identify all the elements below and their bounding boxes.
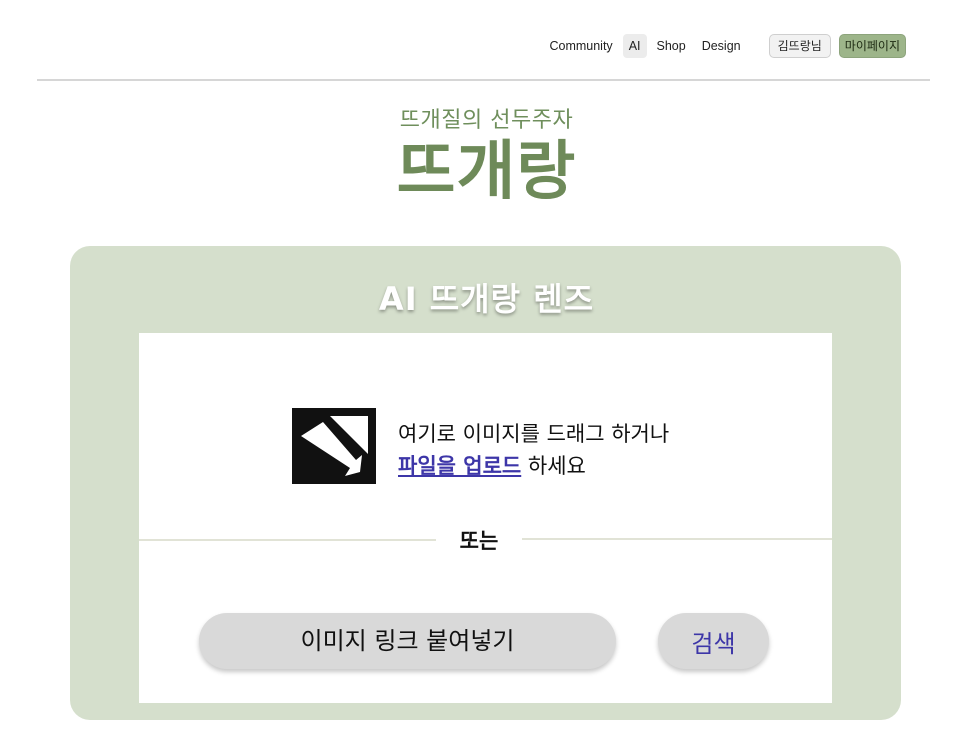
top-nav: Community AI Shop Design 김뜨랑님 마이페이지 <box>539 34 906 58</box>
upload-instruction-suffix: 하세요 <box>521 454 586 478</box>
or-label: 또는 <box>459 529 499 553</box>
hero-tagline: 뜨개질의 선두주자 <box>399 108 574 133</box>
brand-logo-text[interactable]: 뜨개랑 <box>0 132 973 212</box>
image-link-input[interactable] <box>199 613 616 669</box>
nav-community[interactable]: Community <box>543 34 618 58</box>
lens-title: AI 뜨개랑 렌즈 <box>378 280 595 318</box>
image-upload-icon[interactable] <box>292 408 376 484</box>
nav-design[interactable]: Design <box>696 34 747 58</box>
user-button[interactable]: 김뜨랑님 <box>768 34 831 58</box>
drop-instruction: 여기로 이미지를 드래그 하거나 <box>398 422 670 446</box>
or-divider-right <box>522 538 832 540</box>
nav-shop[interactable]: Shop <box>651 34 692 58</box>
header-divider <box>37 79 930 81</box>
upload-instruction: 파일을 업로드 하세요 <box>398 450 586 480</box>
search-button[interactable]: 검색 <box>658 613 769 669</box>
mypage-button[interactable]: 마이페이지 <box>838 34 906 58</box>
or-divider-left <box>139 539 436 541</box>
file-upload-link[interactable]: 파일을 업로드 <box>398 454 521 478</box>
nav-ai[interactable]: AI <box>622 34 647 58</box>
